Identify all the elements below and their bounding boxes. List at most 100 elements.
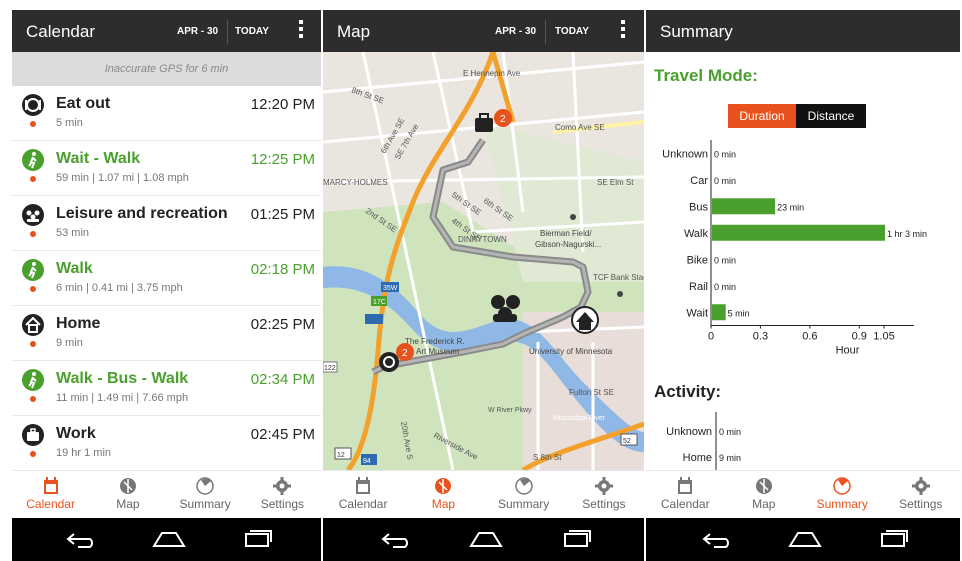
divider (545, 20, 546, 44)
value-label: 0 min (714, 176, 736, 186)
nav-calendar[interactable]: Calendar (646, 471, 725, 519)
map-label: Gibson-Nagurski... (535, 240, 601, 249)
nav-label: Calendar (660, 497, 710, 511)
activity-heading: Activity: (654, 382, 722, 401)
entry-name: Eat out (56, 95, 111, 112)
walk-icon (22, 369, 44, 391)
bar (712, 198, 776, 215)
entry-detail: 53 min (56, 227, 90, 239)
list-item[interactable]: Wait - Walk 12:25 PM 59 min | 1.07 mi | … (12, 141, 321, 196)
bottom-nav: Calendar Map Summary Settings (646, 470, 960, 518)
map-label: Como Ave SE (555, 123, 605, 132)
recents-icon[interactable] (876, 530, 910, 548)
recents-icon[interactable] (240, 530, 274, 548)
category-label: Bike (687, 254, 708, 266)
gps-warning: Inaccurate GPS for 6 min (12, 52, 321, 86)
nav-label: Summary (816, 497, 868, 511)
entry-detail: 59 min | 1.07 mi | 1.08 mph (56, 172, 189, 184)
map-label: Fulton St SE (569, 388, 614, 397)
nav-map[interactable]: Map (89, 471, 166, 519)
settings-icon (911, 477, 930, 495)
status-dot (30, 176, 36, 182)
home-marker[interactable] (571, 306, 599, 334)
calendar-icon (356, 477, 371, 494)
map-label: 12 (337, 452, 345, 459)
date-selector[interactable]: APR - 30 (177, 26, 218, 37)
summary-icon (833, 477, 851, 495)
home-nav-icon[interactable] (788, 530, 822, 548)
list-item[interactable]: Work 02:45 PM 19 hr 1 min (12, 416, 321, 471)
summary-topbar: Summary (646, 10, 960, 52)
entry-detail: 11 min | 1.49 mi | 7.66 mph (56, 392, 189, 404)
list-item[interactable]: Eat out 12:20 PM 5 min (12, 86, 321, 141)
nav-map[interactable]: Map (403, 471, 483, 519)
map-icon (755, 478, 772, 494)
home-nav-icon[interactable] (152, 530, 186, 548)
system-nav-bar (323, 518, 644, 561)
nav-summary[interactable]: Summary (167, 471, 244, 519)
home-icon (22, 314, 44, 336)
activity-chart: Unknown 0 min Home 9 min (666, 412, 741, 470)
nav-map[interactable]: Map (725, 471, 804, 519)
system-nav-bar (12, 518, 321, 561)
nav-label: Map (116, 497, 140, 511)
nav-summary[interactable]: Summary (484, 471, 564, 519)
entry-time: 12:20 PM (250, 96, 315, 113)
summary-icon (196, 477, 214, 495)
people-icon (22, 204, 44, 226)
nav-label: Map (752, 497, 776, 511)
overflow-menu-icon[interactable] (621, 20, 625, 42)
map-icon (435, 478, 452, 494)
nav-settings[interactable]: Settings (244, 471, 321, 519)
page-title: Calendar (26, 22, 95, 41)
today-button[interactable]: TODAY (555, 26, 589, 37)
list-item[interactable]: Leisure and recreation 01:25 PM 53 min (12, 196, 321, 251)
restaurant-icon (22, 94, 44, 116)
map-label: Bierman Field/ (540, 229, 592, 238)
travel-mode-heading: Travel Mode: (654, 66, 758, 85)
map-label: MARCY-HOLMES (323, 178, 388, 187)
map-label: 122 (324, 365, 336, 372)
nav-calendar[interactable]: Calendar (323, 471, 403, 519)
map-view[interactable]: 35W 17C 122 52 12 94 E Hennepin Ave Como… (323, 52, 644, 470)
nav-calendar[interactable]: Calendar (12, 471, 89, 519)
briefcase-icon (22, 424, 44, 446)
summary-content[interactable]: Travel Mode: Duration Distance Unknown 0 … (646, 52, 960, 470)
duration-toggle[interactable]: Duration (728, 104, 796, 128)
back-icon[interactable] (379, 530, 413, 548)
date-selector[interactable]: APR - 30 (495, 26, 536, 37)
map-label: SE Elm St (597, 178, 634, 187)
activity-value: 9 min (719, 453, 741, 463)
summary-screen: Summary Travel Mode: Duration Distance U… (646, 0, 960, 561)
distance-toggle[interactable]: Distance (796, 104, 866, 128)
today-button[interactable]: TODAY (235, 26, 269, 37)
nav-summary[interactable]: Summary (803, 471, 882, 519)
value-label: 0 min (714, 282, 736, 292)
bottom-nav: Calendar Map Summary Settings (323, 470, 644, 518)
map-label: E Hennepin Ave (463, 69, 521, 78)
value-label: 23 min (777, 202, 804, 212)
entry-detail: 6 min | 0.41 mi | 3.75 mph (56, 282, 183, 294)
entry-time: 02:25 PM (250, 316, 315, 333)
list-item[interactable]: Home 02:25 PM 9 min (12, 306, 321, 361)
map-screen: Map APR - 30 TODAY 35W 17C 122 52 12 94 … (323, 0, 644, 561)
list-item[interactable]: Walk - Bus - Walk 02:34 PM 11 min | 1.49… (12, 361, 321, 416)
category-label: Wait (686, 307, 708, 319)
back-icon[interactable] (64, 530, 98, 548)
entry-time: 02:34 PM (250, 371, 315, 388)
nav-label: Summary (179, 497, 231, 511)
map-label: 17C (373, 299, 386, 306)
status-dot (30, 286, 36, 292)
list-item[interactable]: Walk 02:18 PM 6 min | 0.41 mi | 3.75 mph (12, 251, 321, 306)
back-icon[interactable] (700, 530, 734, 548)
map-label: TCF Bank Stad (593, 273, 644, 282)
overflow-menu-icon[interactable] (299, 20, 303, 42)
nav-label: Calendar (26, 497, 75, 511)
nav-label: Settings (899, 497, 943, 511)
recents-icon[interactable] (559, 530, 593, 548)
nav-settings[interactable]: Settings (882, 471, 961, 519)
home-nav-icon[interactable] (469, 530, 503, 548)
nav-settings[interactable]: Settings (564, 471, 644, 519)
map-label: 52 (623, 438, 631, 445)
entry-time: 12:25 PM (250, 151, 315, 168)
